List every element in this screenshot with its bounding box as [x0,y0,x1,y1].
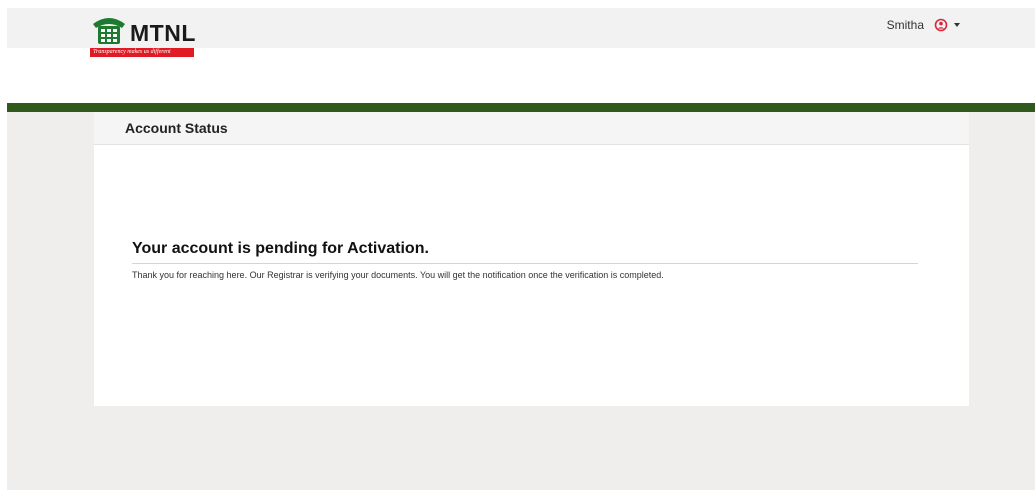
telephone-logo-icon [93,18,125,44]
user-area: Smitha [887,18,960,32]
brand-name: MTNL [130,20,196,46]
accent-bar [7,103,1035,112]
caret-down-icon [954,23,960,27]
status-heading: Your account is pending for Activation. [132,240,918,264]
account-status-panel: Account Status Your account is pending f… [94,112,969,406]
user-circle-icon [934,18,948,32]
user-menu-toggle[interactable] [934,18,960,32]
panel-header: Account Status [94,112,969,145]
panel-body: Your account is pending for Activation. … [132,240,918,280]
mtnl-logo[interactable]: MTNL Transparency makes us different [90,14,202,57]
panel-title: Account Status [125,120,228,136]
username-label[interactable]: Smitha [887,18,924,32]
top-header: MTNL Transparency makes us different Smi… [7,8,1035,57]
brand-tagline: Transparency makes us different [90,48,194,57]
page: MTNL Transparency makes us different Smi… [7,8,1035,490]
status-message: Thank you for reaching here. Our Registr… [132,270,664,280]
